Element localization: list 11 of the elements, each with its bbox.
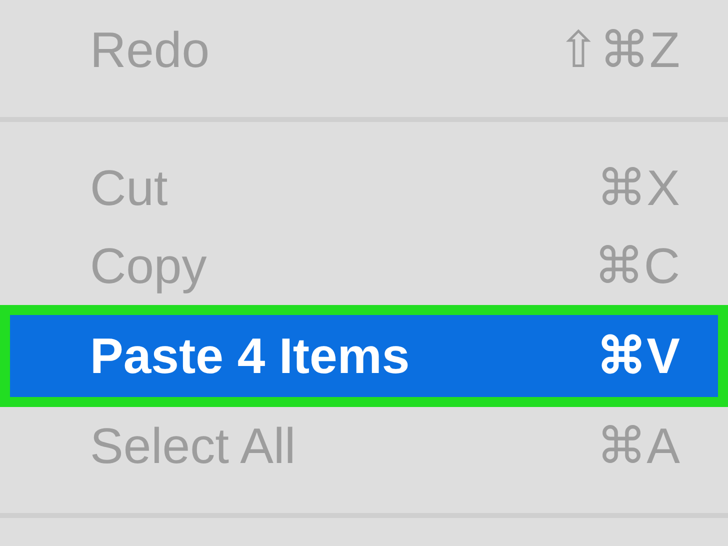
menu-item-label: Cut — [90, 159, 168, 217]
menu-item-label: Select All — [90, 417, 296, 475]
menu-item[interactable]: Paste 4 Items ⌘V — [10, 315, 718, 397]
menu-item-label: Redo — [90, 21, 210, 79]
keyboard-shortcut: ⌘V — [596, 327, 680, 385]
menu-item-label: Copy — [90, 237, 207, 295]
keyboard-shortcut: ⌘A — [596, 417, 680, 475]
keyboard-shortcut: ⇧⌘Z — [557, 21, 680, 79]
menu-item-label: Paste 4 Items — [90, 327, 410, 385]
keyboard-shortcut: ⌘X — [596, 159, 680, 217]
keyboard-shortcut: ⌘C — [594, 237, 680, 295]
